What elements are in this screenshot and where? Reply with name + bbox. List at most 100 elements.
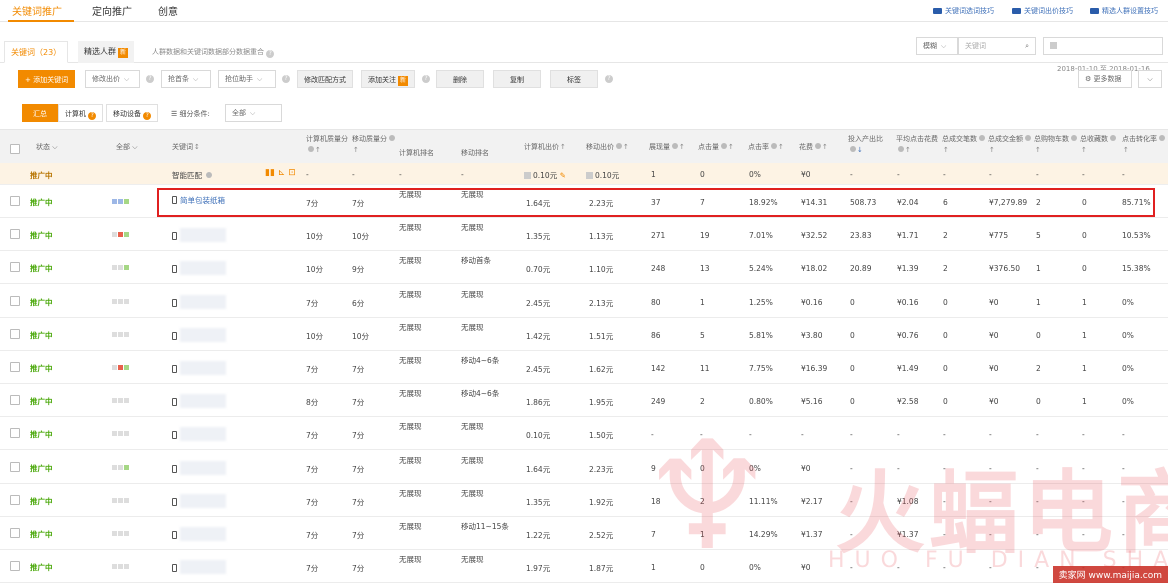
smart-match-tools[interactable]: ▮▮ ⊾ ⊡ <box>265 168 296 178</box>
col-orders[interactable]: 总成交笔数↑ <box>942 134 986 156</box>
keyword-cell[interactable] <box>172 261 226 276</box>
pc-rank[interactable]: 无展现 <box>399 222 422 233</box>
mobile-bid[interactable]: 1.51元 <box>589 331 613 342</box>
mobile-rank[interactable]: 无展现 <box>461 222 484 233</box>
mobile-bid[interactable]: 2.13元 <box>589 298 613 309</box>
col-impressions[interactable]: 展现量 ↑ <box>649 142 685 153</box>
pc-bid[interactable]: 2.45元 <box>526 298 550 309</box>
row-checkbox[interactable] <box>10 229 20 240</box>
mobile-bid[interactable]: 1.50元 <box>589 430 613 441</box>
col-mobile-bid[interactable]: 移动出价 ↑ <box>586 142 629 153</box>
pc-bid[interactable]: 1.35元 <box>526 231 550 242</box>
col-gmv[interactable]: 总成交金额↑ <box>988 134 1032 156</box>
mobile-rank[interactable]: 无展现 <box>461 322 484 333</box>
row-checkbox[interactable] <box>10 262 20 273</box>
row-checkbox[interactable] <box>10 528 20 538</box>
row-checkbox[interactable] <box>10 428 20 439</box>
subtab-keywords[interactable]: 关键词（23） <box>4 41 69 63</box>
help-icon[interactable]: ? <box>282 75 290 83</box>
col-ctr[interactable]: 点击率 ↑ <box>748 142 784 153</box>
more-data-button[interactable]: ⚙ 更多数据 <box>1078 70 1132 88</box>
pc-bid[interactable]: 1.97元 <box>526 563 550 574</box>
row-checkbox[interactable] <box>10 494 20 505</box>
mobile-rank[interactable]: 无展现 <box>461 455 484 466</box>
keyword-cell[interactable] <box>172 394 226 409</box>
pc-bid[interactable]: 1.86元 <box>526 397 550 408</box>
mobile-filter-button[interactable]: 移动设备 ? <box>106 104 159 122</box>
row-checkbox[interactable] <box>10 362 20 372</box>
keyword-cell[interactable] <box>172 228 226 243</box>
pc-bid[interactable]: 1.22元 <box>526 530 550 541</box>
pc-bid[interactable]: 1.35元 <box>526 497 550 508</box>
col-cart[interactable]: 总购物车数↑ <box>1034 134 1078 156</box>
tab-keyword-promotion[interactable]: 关键词推广 <box>12 3 62 18</box>
help-icon[interactable]: ? <box>266 50 275 58</box>
mobile-bid[interactable]: 1.13元 <box>589 231 613 242</box>
mobile-rank[interactable]: 无展现 <box>461 554 484 565</box>
tag-button[interactable]: 标签 <box>550 70 598 88</box>
pc-rank[interactable]: 无展现 <box>399 388 422 399</box>
mobile-rank[interactable]: 无展现 <box>461 488 484 499</box>
keyword-cell[interactable] <box>172 460 226 475</box>
col-pc-quality[interactable]: 计算机质量分↑ <box>306 134 350 156</box>
computer-filter-button[interactable]: 计算机 ? <box>58 104 104 122</box>
mobile-bid[interactable]: 2.52元 <box>589 530 613 541</box>
help-link-keyword-bid[interactable]: 关键词出价技巧 <box>1012 6 1073 16</box>
col-status[interactable]: 状态 ⌵ <box>36 142 58 153</box>
mobile-bid[interactable]: 0.10元 <box>586 170 619 181</box>
col-mobile-quality[interactable]: 移动质量分↑ <box>352 134 396 156</box>
col-avg-cpc[interactable]: 平均点击花费↑ <box>896 134 938 156</box>
row-checkbox[interactable] <box>10 196 20 206</box>
mobile-rank[interactable]: 无展现 <box>461 421 484 432</box>
col-cvr[interactable]: 点击转化率↑ <box>1122 134 1166 156</box>
col-clicks[interactable]: 点击量 ↑ <box>698 142 734 153</box>
row-checkbox[interactable] <box>10 561 20 572</box>
collapse-toggle[interactable]: ⌵ <box>1138 70 1162 88</box>
help-link-crowd-setting[interactable]: 精选人群设置技巧 <box>1090 6 1158 16</box>
col-all[interactable]: 全部 ⌵ <box>116 142 138 153</box>
help-icon[interactable]: ? <box>605 75 613 83</box>
mobile-bid[interactable]: 1.92元 <box>589 497 613 508</box>
select-all-checkbox[interactable] <box>10 144 20 154</box>
row-checkbox[interactable] <box>10 328 20 339</box>
pc-bid[interactable]: 0.70元 <box>526 264 550 275</box>
grab-first-dropdown[interactable]: 抢首条 ⌵ <box>161 70 211 88</box>
summary-filter-button[interactable]: 汇总 <box>22 104 58 122</box>
keyword-cell[interactable] <box>172 294 226 309</box>
tab-targeted-promotion[interactable]: 定向推广 <box>92 3 132 18</box>
row-checkbox[interactable] <box>10 295 20 306</box>
modify-bid-dropdown[interactable]: 修改出价 ⌵ <box>85 70 140 88</box>
add-keyword-button[interactable]: + 添加关键词 <box>18 70 76 88</box>
keyword-cell[interactable] <box>172 560 226 575</box>
pc-bid[interactable]: 0.10元 <box>526 430 550 441</box>
subtab-selected-crowd[interactable]: 精选人群新 <box>78 41 135 63</box>
row-checkbox[interactable] <box>10 395 20 406</box>
mobile-bid[interactable]: 1.87元 <box>589 563 613 574</box>
pc-rank[interactable]: 无展现 <box>399 355 422 366</box>
mobile-bid[interactable]: 2.23元 <box>589 464 613 475</box>
add-follow-button[interactable]: 添加关注新 <box>361 70 416 88</box>
mobile-rank[interactable]: 移动4~6条 <box>461 388 499 399</box>
mobile-rank[interactable]: 移动11~15条 <box>461 521 509 532</box>
mobile-rank[interactable]: 移动4~6条 <box>461 355 499 366</box>
keyword-cell[interactable] <box>172 427 226 442</box>
pc-bid[interactable]: 1.64元 <box>526 464 550 475</box>
mobile-bid[interactable]: 1.62元 <box>589 364 613 375</box>
copy-button[interactable]: 复制 <box>493 70 541 88</box>
col-favorites[interactable]: 总收藏数↑ <box>1080 134 1120 156</box>
delete-button[interactable]: 删除 <box>436 70 484 88</box>
mobile-bid[interactable]: 1.10元 <box>589 264 613 275</box>
mobile-rank[interactable]: 移动首条 <box>461 255 491 266</box>
pc-rank[interactable]: 无展现 <box>399 322 422 333</box>
mobile-bid[interactable]: 1.95元 <box>589 397 613 408</box>
pc-rank[interactable]: 无展现 <box>399 255 422 266</box>
help-icon[interactable]: ? <box>146 75 154 83</box>
segment-select[interactable]: 全部 ⌵ <box>225 104 282 122</box>
pc-rank[interactable]: 无展现 <box>399 455 422 466</box>
help-link-keyword-select[interactable]: 关键词选词技巧 <box>933 6 994 16</box>
keyword-cell[interactable] <box>172 493 226 508</box>
col-roi[interactable]: 投入产出比↓ <box>848 134 890 156</box>
pc-bid[interactable]: 1.42元 <box>526 331 550 342</box>
tab-creative[interactable]: 创意 <box>158 3 178 18</box>
pc-bid[interactable]: 0.10元 ✎ <box>524 170 566 181</box>
